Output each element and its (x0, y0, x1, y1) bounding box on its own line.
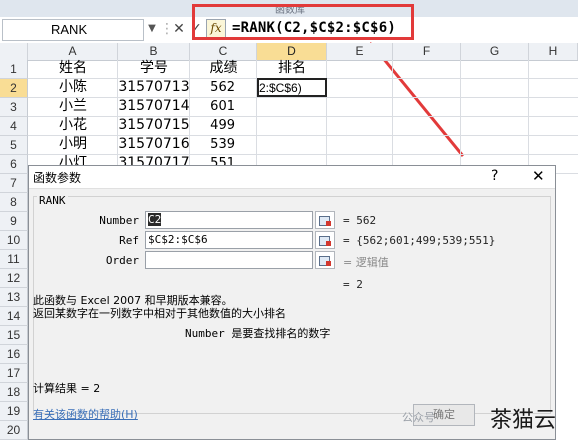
table-cell-id[interactable]: 31570713 (118, 78, 190, 97)
column-header[interactable]: C (190, 43, 257, 60)
row-header[interactable]: 6 (0, 155, 28, 174)
table-cell-score[interactable]: 601 (190, 97, 235, 116)
overall-result: = 2 (343, 278, 363, 291)
watermark-small: 公众号 (402, 411, 435, 424)
table-cell-name[interactable]: 小花 (28, 116, 118, 135)
function-arguments-dialog: 函数参数 ? ✕ RANK Number C2 = 562 Ref $C$2:$… (28, 165, 556, 440)
row-header[interactable]: 16 (0, 345, 28, 364)
row-header[interactable]: 13 (0, 288, 28, 307)
table-cell-name[interactable]: 小陈 (28, 78, 118, 97)
arg-label-order: Order (105, 254, 139, 267)
function-description: 返回某数字在一列数字中相对于其他数值的大小排名 (33, 307, 286, 320)
row-header[interactable]: 3 (0, 98, 28, 117)
row-header[interactable]: 2 (0, 79, 28, 98)
arg-description: Number 是要查找排名的数字 (185, 327, 331, 340)
row-header[interactable]: 17 (0, 364, 28, 383)
number-input[interactable]: C2 (145, 211, 313, 229)
arg-label-number: Number (99, 214, 139, 227)
collapse-dialog-icon[interactable] (315, 251, 335, 269)
watermark-text: 茶猫云 (490, 408, 557, 433)
ref-input[interactable]: $C$2:$C$6 (145, 231, 313, 249)
dialog-title-bar[interactable]: 函数参数 ? ✕ (29, 166, 555, 189)
row-header[interactable]: 14 (0, 307, 28, 326)
row-header[interactable]: 5 (0, 136, 28, 155)
row-header[interactable]: 18 (0, 383, 28, 402)
number-input-value: C2 (148, 213, 162, 226)
arg-result-ref: = {562;601;499;539;551} (343, 234, 496, 247)
calc-result: 计算结果 = 2 (33, 382, 101, 395)
row-header[interactable]: 4 (0, 117, 28, 136)
function-help-link[interactable]: 有关该函数的帮助(H) (33, 406, 138, 422)
arg-result-number: = 562 (343, 214, 377, 227)
column-header[interactable]: B (118, 43, 190, 60)
table-cell-id[interactable]: 31570715 (118, 116, 190, 135)
table-header-cell[interactable]: 学号 (118, 59, 190, 78)
column-header[interactable]: D (257, 43, 327, 60)
table-cell-name[interactable]: 小兰 (28, 97, 118, 116)
row-header[interactable]: 7 (0, 174, 28, 193)
collapse-dialog-icon[interactable] (315, 231, 335, 249)
table-cell-name[interactable]: 小明 (28, 135, 118, 154)
row-header[interactable]: 15 (0, 326, 28, 345)
dialog-title: 函数参数 (33, 171, 82, 185)
collapse-dialog-icon[interactable] (315, 211, 335, 229)
table-cell-score[interactable]: 562 (190, 78, 235, 97)
select-all-corner[interactable] (0, 43, 28, 60)
arg-label-ref: Ref (119, 234, 139, 247)
row-header[interactable]: 10 (0, 231, 28, 250)
row-header[interactable]: 9 (0, 212, 28, 231)
row-header[interactable]: 19 (0, 402, 28, 421)
arg-result-order: = 逻辑值 (343, 256, 389, 269)
active-cell-text: 2:$C$6) (259, 81, 302, 95)
column-header[interactable]: H (529, 43, 578, 60)
table-cell-score[interactable]: 499 (190, 116, 235, 135)
row-header[interactable]: 20 (0, 421, 28, 440)
row-header[interactable]: 12 (0, 269, 28, 288)
table-cell-id[interactable]: 31570714 (118, 97, 190, 116)
table-cell-score[interactable]: 539 (190, 135, 235, 154)
table-header-cell[interactable]: 成绩 (190, 59, 257, 78)
function-name: RANK (37, 194, 68, 207)
close-button[interactable]: ✕ (532, 167, 545, 185)
table-cell-id[interactable]: 31570716 (118, 135, 190, 154)
table-header-cell[interactable]: 姓名 (28, 59, 118, 78)
help-button[interactable]: ? (491, 168, 498, 184)
table-header-cell[interactable]: 排名 (257, 59, 327, 78)
column-header[interactable]: E (327, 43, 393, 60)
row-header[interactable]: 1 (0, 60, 28, 79)
row-header[interactable]: 8 (0, 193, 28, 212)
order-input[interactable] (145, 251, 313, 269)
column-header[interactable]: G (461, 43, 529, 60)
column-header[interactable]: A (28, 43, 118, 60)
column-header[interactable]: F (393, 43, 461, 60)
active-cell[interactable]: 2:$C$6) (257, 78, 327, 97)
row-header[interactable]: 11 (0, 250, 28, 269)
